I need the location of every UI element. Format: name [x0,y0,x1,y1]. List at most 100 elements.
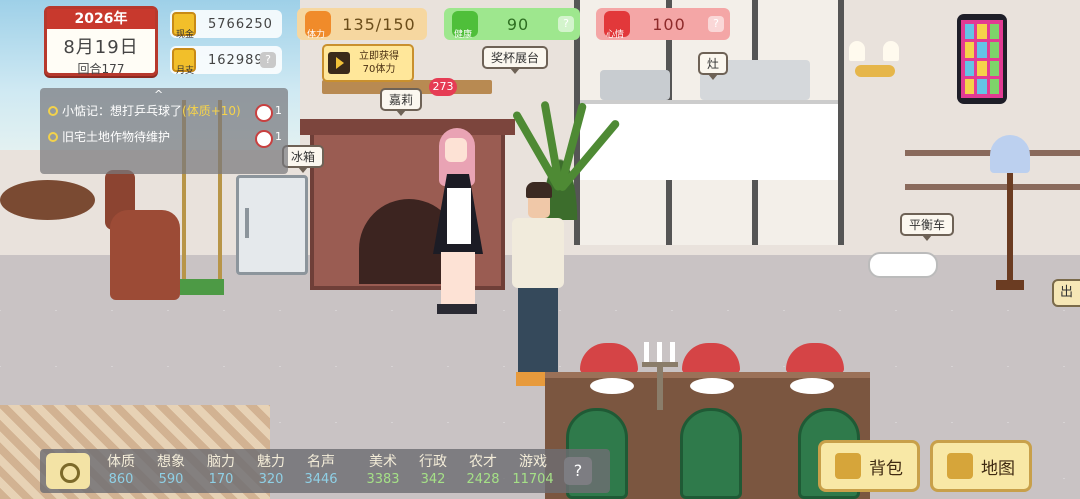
plate [790,378,834,394]
mood-bar[interactable]: 心情 100 ? [596,8,730,40]
attributes-help-button[interactable]: ? [564,457,592,485]
fridge[interactable] [236,175,308,275]
ad-offer-line1: 立即获得 [359,51,399,62]
calendar-date: 8月19日 [63,37,139,58]
attribute-name: 脑力 [207,454,235,470]
task-reward: (体质+10) [182,104,241,118]
attribute-name: 农才 [469,454,497,470]
expense-label: 月支 [175,66,194,76]
attribute-value: 170 [208,472,234,487]
attribute: 想象 590 [146,453,196,489]
attribute: 行政 342 [408,453,458,489]
phone-icon[interactable] [957,14,1007,104]
cash-display[interactable]: 现金 5766250 [170,10,282,40]
task-text: 小惦记：想打乒乓球了(体质+10) [62,104,251,119]
collapse-icon[interactable]: ^ [154,88,163,101]
health-help-button[interactable]: ? [558,16,574,32]
task-ring-icon [48,132,58,142]
attribute-name: 魅力 [257,454,285,470]
clock-icon [255,130,273,148]
mood-label: 心情 [606,30,625,40]
attribute-value: 11704 [512,472,554,487]
map-label: 地图 [981,458,1015,479]
player-character[interactable] [508,182,568,392]
bag-label: 背包 [869,458,903,479]
attribute: 游戏 11704 [508,453,558,489]
attribute-value: 590 [158,472,184,487]
attribute: 体质 860 [96,453,146,489]
task-item[interactable]: 小惦记：想打乒乓球了(体质+10) 1 [48,104,282,122]
label-character-jiali[interactable]: 嘉莉 [380,88,423,116]
task-clock-value: 1 [275,104,282,117]
attribute-value: 3383 [366,472,400,487]
health-bar[interactable]: 健康 90 ? [444,8,580,40]
attribute: 美术 3383 [358,453,408,489]
attribute: 脑力 170 [196,453,246,489]
ad-offer-text: 立即获得 70体力 [350,50,408,76]
task-panel[interactable]: ^ 小惦记：想打乒乓球了(体质+10) 1 旧宅土地作物待维护 1 [40,88,288,174]
video-play-icon [328,52,350,74]
bag-icon [835,453,861,479]
attribute-name: 体质 [107,454,135,470]
task-desc: 小惦记：想打乒乓球了 [62,104,183,118]
cash-value: 5766250 [208,16,273,32]
clock-icon [255,104,273,122]
label-stove[interactable]: 灶 [698,52,729,80]
plate [690,378,734,394]
expense-help-button[interactable]: ? [260,52,276,68]
label-fridge[interactable]: 冰箱 [282,145,325,173]
game-scene [0,0,1080,499]
attribute-value: 3446 [304,472,338,487]
attribute-name: 美术 [369,454,397,470]
attribute: 农才 2428 [458,453,508,489]
notification-badge: 273 [429,78,457,96]
kitchen-counter [580,100,838,180]
mood-help-button[interactable]: ? [708,16,724,32]
watch-ad-energy-button[interactable]: 立即获得 70体力 [322,44,414,82]
monthly-expense-display[interactable]: 月支 162989 ? [170,46,282,76]
attributes-bar: 体质 860 想象 590 脑力 170 魅力 320 名声 3446 美术 3383 行政… [40,449,610,493]
balance-scooter[interactable] [868,252,938,278]
calendar-round: 回合177 [77,62,125,76]
attribute-name: 行政 [419,454,447,470]
calendar-year: 2026年 [47,9,155,29]
candelabra [640,342,680,412]
attribute-value: 860 [108,472,134,487]
attribute-value: 2428 [466,472,500,487]
map-icon [947,453,973,479]
task-item[interactable]: 旧宅土地作物待维护 1 [48,130,282,148]
energy-bar[interactable]: 体力 135/150 [297,8,427,40]
wall-sconce [845,35,905,90]
expense-value: 162989 [208,52,264,68]
map-button[interactable]: 地图 [930,440,1032,492]
dining-chair-green [680,408,742,499]
exit-tab[interactable]: 出 [1052,279,1080,307]
task-clock-value: 1 [275,130,282,143]
cash-label: 现金 [175,30,194,40]
ad-offer-line2: 70体力 [362,64,396,75]
plate [590,378,634,394]
attribute-name: 想象 [157,454,185,470]
calendar: 2026年 8月19日 回合177 [44,6,158,76]
bag-button[interactable]: 背包 [818,440,920,492]
task-text: 旧宅土地作物待维护 [62,130,171,144]
attribute-name: 游戏 [519,454,547,470]
eye-icon[interactable] [46,453,90,489]
label-scooter[interactable]: 平衡车 [900,213,955,241]
label-trophy-stand[interactable]: 奖杯展台 [482,46,549,74]
attribute-value: 342 [420,472,446,487]
energy-label: 体力 [307,30,326,40]
task-ring-icon [48,106,58,116]
mood-value: 100 [652,14,686,34]
attribute: 名声 3446 [296,453,346,489]
health-label: 健康 [454,30,473,40]
health-value: 90 [506,14,530,34]
attribute-name: 名声 [307,454,335,470]
round-table [0,180,95,220]
armchair [110,210,180,300]
energy-value: 135/150 [342,14,416,34]
sink [600,70,670,100]
floor-lamp [990,135,1030,290]
attribute-value: 320 [258,472,284,487]
character-jiali[interactable] [425,128,495,318]
